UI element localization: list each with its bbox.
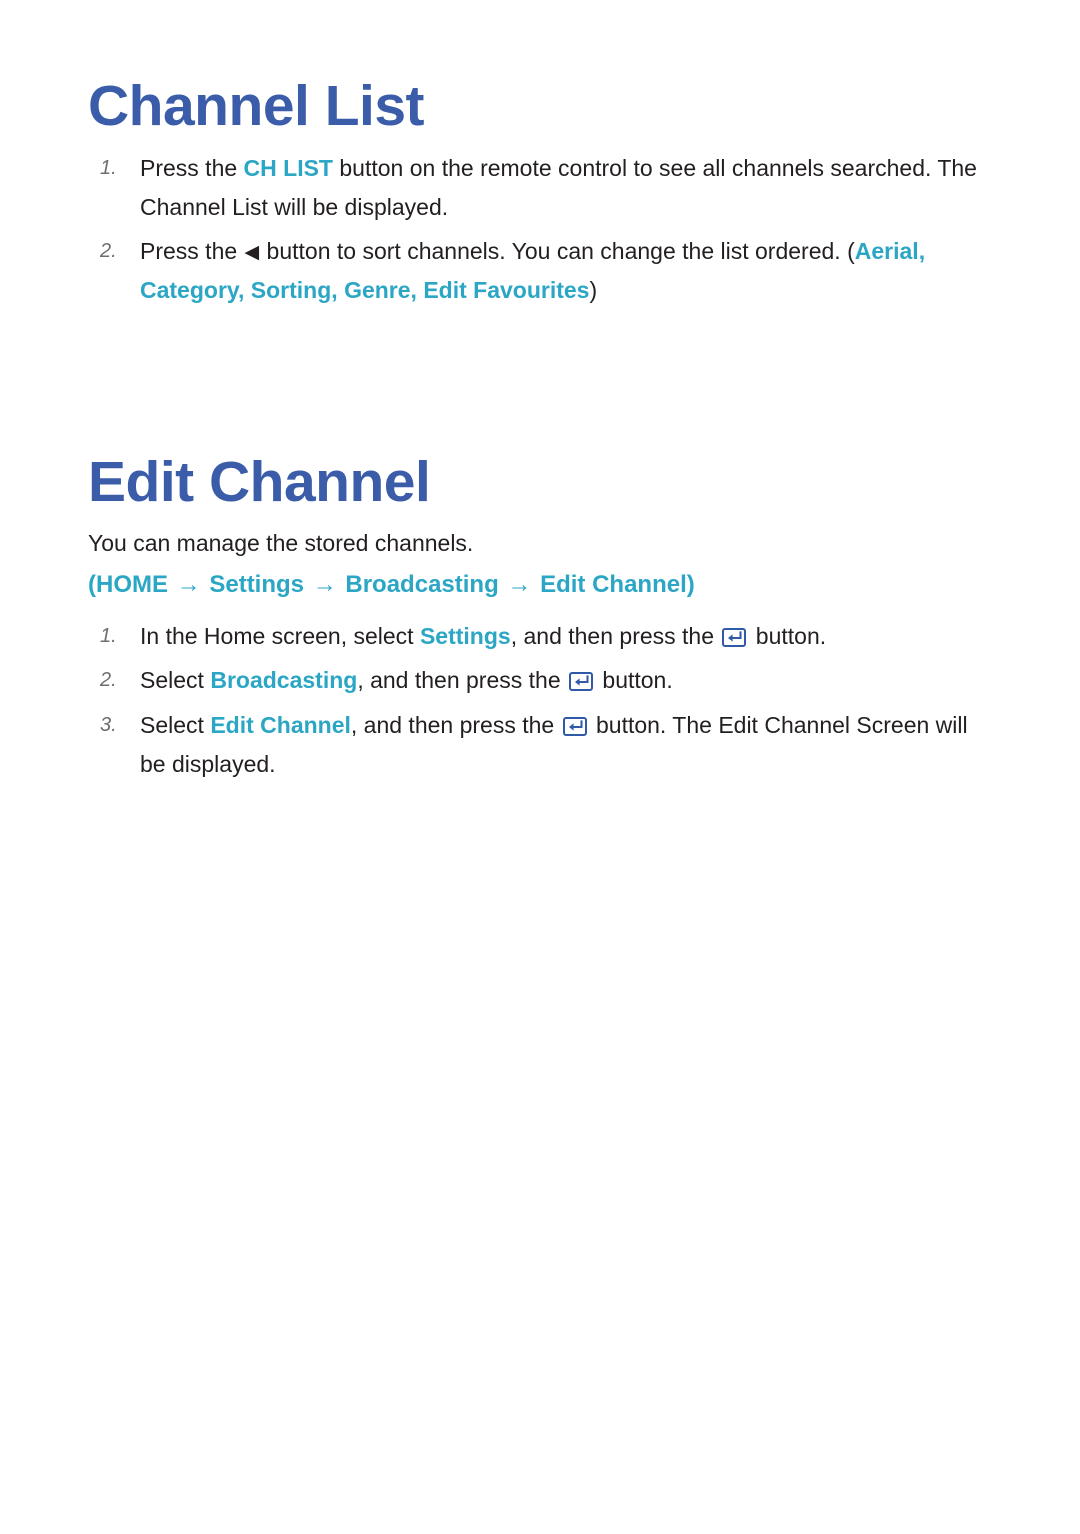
step-text: Select Broadcasting, and then press the …	[140, 667, 673, 693]
instruction-list: 1. Press the CH LIST button on the remote…	[88, 149, 992, 310]
enter-key-icon	[562, 716, 587, 736]
accent-term: CH LIST	[243, 155, 333, 181]
text-run: , and then press the	[357, 667, 568, 694]
step-number: 2.	[100, 669, 117, 692]
text-run: button.	[749, 622, 827, 649]
accent-term: ,	[238, 276, 251, 303]
path-arrow-icon: →	[170, 570, 208, 598]
text-run: button to sort channels. You can change …	[260, 238, 855, 265]
step-text: In the Home screen, select Settings, and…	[140, 623, 826, 649]
accent-term: Sorting	[250, 276, 332, 303]
page-title: Channel List	[88, 74, 425, 138]
accent-term: HOME	[96, 570, 168, 598]
step-number: 1.	[100, 157, 117, 179]
text-run: )	[589, 276, 598, 303]
accent-term: Edit Channel	[540, 570, 687, 598]
text-run: In the Home screen, select	[140, 622, 420, 649]
accent-term: )	[686, 570, 695, 598]
section-2: Edit Channel You can manage the stored ch…	[88, 449, 992, 784]
accent-term: Genre	[344, 276, 411, 303]
text-run: Select	[140, 711, 211, 738]
step-text: Press the ◀ button to sort channels. You…	[140, 238, 925, 303]
accent-term: Broadcasting	[345, 570, 499, 598]
left-arrow-icon: ◀	[244, 242, 260, 264]
text-run: , and then press the	[350, 711, 561, 738]
step-text: Press the CH LIST button on the remote c…	[140, 155, 977, 220]
accent-term: Broadcasting	[210, 667, 358, 694]
text-run: , and then press the	[510, 622, 721, 649]
accent-term: Settings	[209, 570, 305, 598]
step-number: 1.	[100, 624, 117, 647]
enter-key-icon	[722, 627, 747, 647]
enter-key-icon	[569, 672, 594, 692]
list-item: 1. In the Home screen, select Settings, a…	[88, 617, 992, 656]
list-item: 2. Press the ◀ button to sort channels. Y…	[88, 232, 992, 309]
accent-term: (	[88, 570, 96, 598]
accent-term: Settings	[419, 622, 511, 649]
page-title: Edit Channel	[88, 449, 431, 514]
list-item: 1. Press the CH LIST button on the remote…	[88, 149, 992, 226]
accent-term: ,	[918, 238, 926, 265]
accent-term: Category	[140, 276, 238, 303]
accent-term: Edit Favourites	[423, 276, 590, 303]
section-1: Channel List 1. Press the CH LIST button o…	[88, 78, 992, 310]
accent-term: Aerial	[854, 238, 919, 265]
text-run: Press the	[140, 155, 244, 181]
path-arrow-icon: →	[306, 570, 344, 598]
accent-term: Edit Channel	[210, 711, 351, 738]
text-run: Press the	[140, 238, 244, 265]
accent-term: ,	[331, 276, 345, 303]
text-run: button.	[596, 667, 673, 694]
instruction-list: 1. In the Home screen, select Settings, a…	[88, 617, 992, 784]
document-content: Channel List 1. Press the CH LIST button o…	[88, 78, 992, 789]
accent-term: ,	[410, 276, 424, 303]
section-description: You can manage the stored channels.	[88, 529, 474, 556]
step-number: 3.	[100, 713, 117, 736]
breadcrumb: (HOME → Settings → Broadcasting → Edit C…	[88, 566, 992, 605]
step-text: Select Edit Channel, and then press the …	[140, 712, 968, 777]
document-page: Channel List 1. Press the CH LIST button o…	[0, 0, 1080, 1534]
path-arrow-icon: →	[500, 570, 539, 598]
list-item: 3. Select Edit Channel, and then press th…	[88, 706, 992, 783]
list-item: 2. Select Broadcasting, and then press th…	[88, 661, 992, 700]
step-number: 2.	[100, 240, 117, 263]
text-run: Select	[140, 667, 211, 694]
